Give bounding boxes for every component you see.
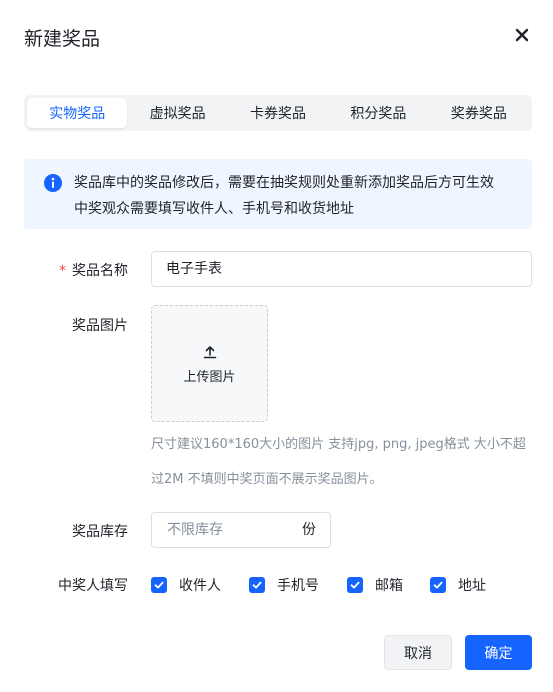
checkbox-phone[interactable]: 手机号 bbox=[249, 575, 319, 595]
tab-virtual-prize[interactable]: 虚拟奖品 bbox=[127, 98, 227, 128]
prize-type-tabs: 实物奖品 虚拟奖品 卡券奖品 积分奖品 奖券奖品 bbox=[24, 95, 532, 131]
prize-name-label: * 奖品名称 bbox=[59, 263, 128, 279]
checkmark-icon bbox=[430, 577, 446, 593]
notice-text-line2: 中奖观众需要填写收件人、手机号和收货地址 bbox=[74, 201, 354, 217]
checkbox-recipient[interactable]: 收件人 bbox=[151, 575, 221, 595]
checkbox-label: 手机号 bbox=[277, 578, 319, 594]
checkmark-icon bbox=[151, 577, 167, 593]
notice-text-line1: 奖品库中的奖品修改后，需要在抽奖规则处重新添加奖品后方可生效 bbox=[74, 175, 494, 191]
new-prize-dialog: 新建奖品 实物奖品 虚拟奖品 卡券奖品 积分奖品 奖券奖品 奖品库中的奖品修改后… bbox=[0, 0, 553, 692]
checkmark-icon bbox=[249, 577, 265, 593]
info-notice: 奖品库中的奖品修改后，需要在抽奖规则处重新添加奖品后方可生效 中奖观众需要填写收… bbox=[24, 159, 532, 229]
checkbox-label: 邮箱 bbox=[375, 578, 403, 594]
prize-stock-input[interactable]: 不限库存 份 bbox=[151, 512, 331, 548]
prize-name-input[interactable]: 电子手表 bbox=[151, 251, 532, 287]
confirm-button[interactable]: 确定 bbox=[465, 635, 532, 670]
image-hint-line1: 尺寸建议160*160大小的图片 支持jpg, png, jpeg格式 大小不超 bbox=[151, 437, 526, 452]
tab-physical-prize[interactable]: 实物奖品 bbox=[27, 98, 128, 128]
checkbox-label: 地址 bbox=[458, 578, 486, 594]
checkbox-label: 收件人 bbox=[179, 578, 221, 594]
tab-coupon-prize[interactable]: 卡券奖品 bbox=[228, 98, 328, 128]
upload-icon bbox=[202, 344, 218, 360]
info-icon bbox=[44, 174, 62, 192]
stock-placeholder: 不限库存 bbox=[167, 522, 223, 538]
required-mark: * bbox=[59, 263, 66, 279]
upload-label: 上传图片 bbox=[183, 370, 236, 385]
image-hint-line2: 过2M 不填则中奖页面不展示奖品图片。 bbox=[151, 472, 383, 487]
prize-stock-label: 奖品库存 bbox=[72, 524, 128, 540]
stock-unit: 份 bbox=[302, 522, 316, 538]
image-upload-area[interactable]: 上传图片 bbox=[151, 305, 268, 422]
cancel-button[interactable]: 取消 bbox=[384, 635, 452, 670]
prize-image-label: 奖品图片 bbox=[72, 318, 128, 334]
winner-fields-label: 中奖人填写 bbox=[58, 578, 128, 594]
checkmark-icon bbox=[347, 577, 363, 593]
tab-voucher-prize[interactable]: 奖券奖品 bbox=[429, 98, 529, 128]
close-icon[interactable] bbox=[513, 26, 531, 44]
dialog-title: 新建奖品 bbox=[24, 28, 101, 50]
checkbox-email[interactable]: 邮箱 bbox=[347, 575, 403, 595]
checkbox-address[interactable]: 地址 bbox=[430, 575, 486, 595]
tab-points-prize[interactable]: 积分奖品 bbox=[328, 98, 428, 128]
